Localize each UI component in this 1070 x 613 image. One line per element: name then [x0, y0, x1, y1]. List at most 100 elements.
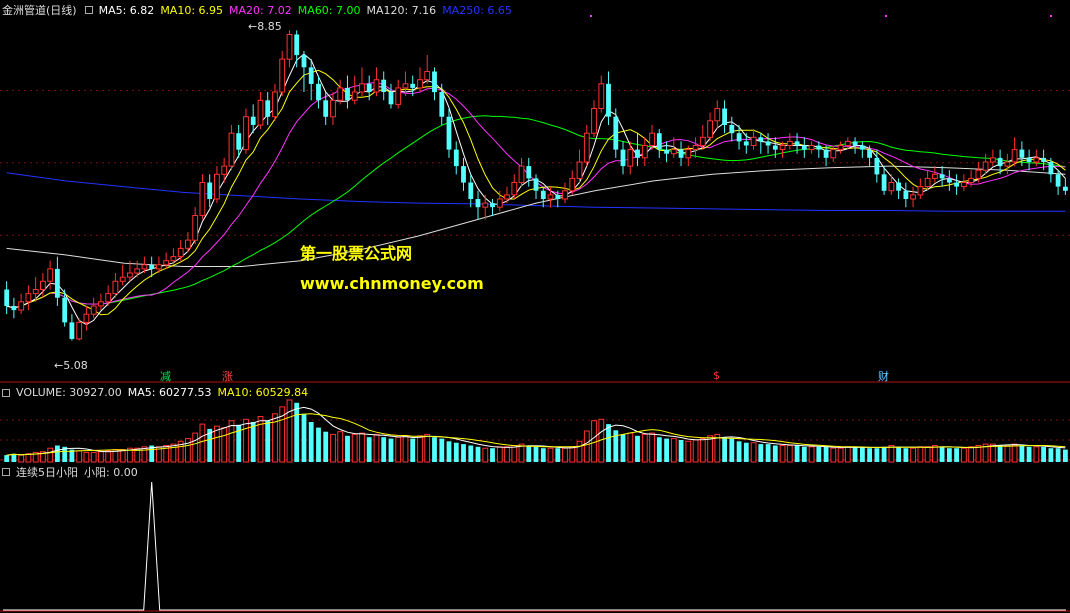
volume-bar	[170, 443, 177, 463]
candle-body	[90, 305, 97, 315]
volume-bar	[779, 445, 786, 463]
candle-body	[1055, 174, 1061, 187]
volume-bar	[432, 437, 437, 462]
candle-body	[1026, 157, 1032, 162]
candle-body	[279, 58, 286, 93]
volume-bar	[852, 446, 858, 462]
candle-body	[395, 87, 402, 105]
candle-body	[968, 177, 975, 183]
candle-body	[381, 79, 387, 92]
candle-body	[373, 79, 380, 93]
volume-bar	[1004, 445, 1011, 463]
candle-body	[823, 149, 829, 158]
volume-bar	[917, 446, 924, 463]
candle-body	[32, 289, 39, 295]
candle-body	[670, 149, 677, 155]
volume-bar	[453, 442, 459, 462]
volume-bar	[540, 448, 546, 462]
candle-body	[591, 108, 597, 134]
candle-body	[867, 149, 872, 158]
volume-bar	[337, 431, 344, 463]
candle-body	[649, 132, 656, 146]
volume-bar	[881, 446, 887, 462]
volume-bar	[801, 446, 807, 462]
volume-bar	[76, 450, 83, 463]
volume-bar	[722, 437, 727, 462]
volume-bar	[4, 455, 10, 462]
candle-body	[432, 71, 437, 93]
volume-bar	[678, 440, 684, 462]
volume-bar	[903, 448, 909, 462]
candle-body	[308, 67, 314, 84]
candle-body	[743, 141, 749, 146]
candle-body	[402, 83, 409, 89]
candle-body	[301, 55, 307, 68]
candle-body	[620, 149, 626, 167]
volume-bar	[562, 447, 568, 463]
volume-bar	[119, 449, 126, 463]
candle-body	[417, 79, 423, 89]
volume-bar	[758, 444, 764, 462]
candle-body	[874, 157, 880, 175]
volume-bar	[1041, 446, 1046, 462]
volume-bar	[932, 445, 938, 463]
candle-body	[997, 157, 1003, 167]
volume-bar	[55, 445, 60, 462]
volume-bar	[504, 446, 510, 463]
volume-bar	[221, 427, 228, 463]
candle-body	[127, 272, 133, 278]
candle-body	[461, 166, 466, 183]
volume-bar	[250, 422, 256, 462]
candle-body	[903, 190, 909, 199]
volume-bar	[939, 446, 945, 462]
volume-bar	[910, 447, 917, 463]
candle-body	[351, 91, 358, 101]
volume-bar	[294, 402, 300, 462]
candle-body	[910, 194, 917, 200]
candle-body	[765, 141, 771, 146]
candle-body	[243, 116, 249, 151]
volume-bar	[359, 432, 365, 463]
candle-body	[511, 182, 518, 196]
candle-body	[337, 87, 344, 101]
candle-body	[1004, 161, 1011, 167]
candle-body	[606, 83, 611, 117]
indicator-line	[3, 481, 1066, 611]
candle-body	[613, 116, 619, 150]
candle-body	[896, 182, 901, 191]
volume-bar	[1048, 448, 1054, 462]
volume-bar	[199, 423, 206, 463]
volume-bar	[468, 445, 474, 462]
volume-bar	[286, 399, 293, 463]
candle-body	[692, 145, 699, 151]
candle-body	[722, 108, 727, 125]
volume-bar	[90, 451, 97, 463]
candle-body	[25, 293, 32, 303]
candle-body	[540, 190, 546, 199]
volume-bar	[670, 438, 677, 463]
volume-bar	[664, 438, 669, 462]
candle-body	[844, 140, 851, 146]
volume-bar	[830, 447, 837, 463]
volume-bar	[381, 437, 387, 462]
volume-bar	[699, 438, 706, 463]
ma60-line	[6, 115, 1066, 309]
candle-body	[714, 108, 721, 122]
volume-bar	[583, 430, 590, 463]
volume-bar	[18, 454, 25, 463]
candle-body	[656, 133, 662, 150]
volume-bar	[192, 432, 199, 463]
volume-bar	[823, 446, 829, 462]
candle-body	[47, 268, 54, 282]
volume-bar	[1011, 443, 1018, 463]
candle-body	[496, 198, 503, 208]
volume-bar	[410, 438, 416, 462]
kline-chart[interactable]	[0, 0, 1070, 613]
volume-bar	[323, 431, 329, 462]
candle-body	[917, 186, 924, 196]
candle-body	[1063, 186, 1068, 191]
candle-body	[583, 132, 590, 163]
candle-body	[345, 87, 350, 101]
candle-body	[888, 182, 895, 192]
volume-bar	[606, 424, 611, 462]
